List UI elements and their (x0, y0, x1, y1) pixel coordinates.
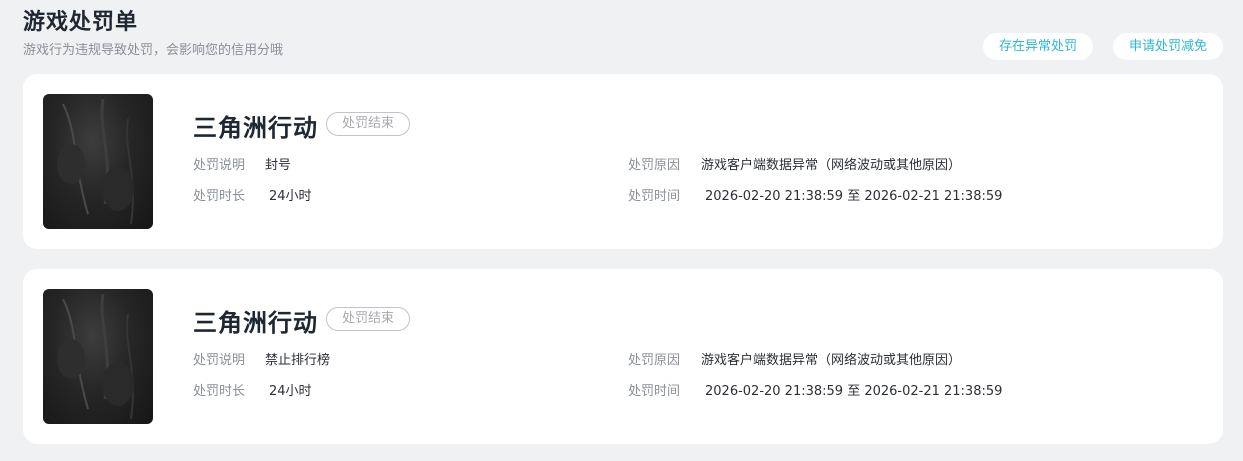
description-label: 处罚说明 (193, 353, 246, 368)
reason-value: 游戏客户端数据异常（网络波动或其他原因） (701, 353, 962, 368)
duration-value: 24小时 (269, 189, 312, 204)
game-cover-image (43, 94, 153, 229)
report-abnormal-penalty-button[interactable]: 存在异常处罚 (983, 33, 1093, 60)
duration-value: 24小时 (269, 384, 312, 399)
apply-penalty-reduction-button[interactable]: 申请处罚减免 (1113, 33, 1223, 60)
duration-label: 处罚时长 (193, 384, 246, 399)
status-badge: 处罚结束 (326, 112, 410, 136)
reason-label: 处罚原因 (628, 158, 681, 173)
description-value: 封号 (265, 158, 292, 173)
page-title: 游戏处罚单 (23, 10, 139, 35)
page-subtitle: 游戏行为违规导致处罚，会影响您的信用分哦 (23, 43, 284, 58)
time-value: 2026-02-20 21:38:59 至 2026-02-21 21:38:5… (705, 189, 1003, 204)
description-label: 处罚说明 (193, 158, 246, 173)
game-name: 三角洲行动 (193, 309, 318, 337)
game-cover-image (43, 289, 153, 424)
duration-label: 处罚时长 (193, 189, 246, 204)
description-value: 禁止排行榜 (265, 353, 331, 368)
game-name: 三角洲行动 (193, 114, 318, 142)
time-label: 处罚时间 (628, 189, 681, 204)
status-badge: 处罚结束 (326, 307, 410, 331)
time-label: 处罚时间 (628, 384, 681, 399)
reason-value: 游戏客户端数据异常（网络波动或其他原因） (701, 158, 962, 173)
penalty-card: 三角洲行动 处罚结束 处罚说明 禁止排行榜 处罚时长 24小时 处罚原因 游戏客… (23, 269, 1223, 444)
time-value: 2026-02-20 21:38:59 至 2026-02-21 21:38:5… (705, 384, 1003, 399)
penalty-card: 三角洲行动 处罚结束 处罚说明 封号 处罚时长 24小时 处罚原因 游戏客户端数… (23, 74, 1223, 249)
reason-label: 处罚原因 (628, 353, 681, 368)
